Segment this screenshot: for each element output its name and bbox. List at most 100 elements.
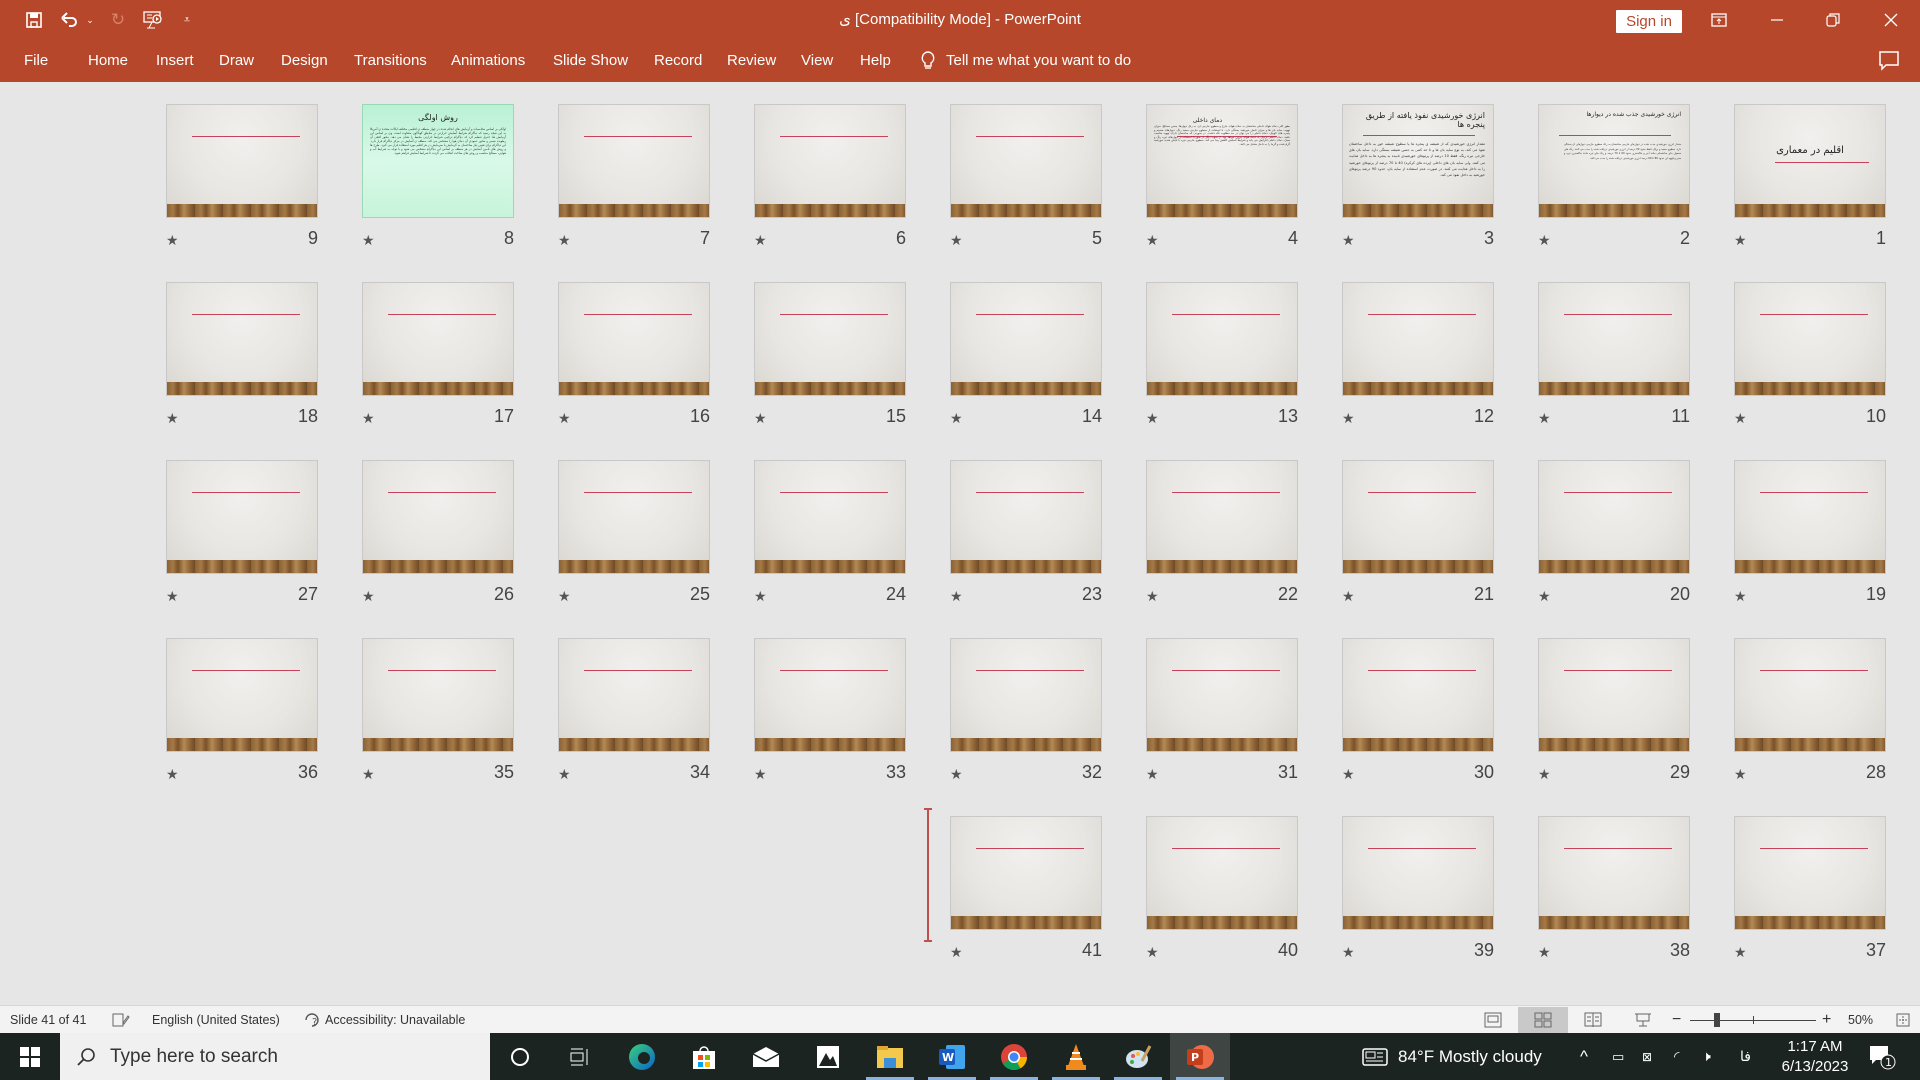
slide-sorter-view-button[interactable] xyxy=(1518,1007,1568,1033)
normal-view-button[interactable] xyxy=(1468,1007,1518,1033)
animation-star-icon[interactable]: ★ xyxy=(1734,588,1747,605)
slide-preview[interactable]: اقلیم در معماری xyxy=(1734,104,1886,218)
slide-preview[interactable] xyxy=(950,816,1102,930)
accessibility-status[interactable]: ? Accessibility: Unavailable xyxy=(303,1006,465,1034)
animation-star-icon[interactable]: ★ xyxy=(950,588,963,605)
animation-star-icon[interactable]: ★ xyxy=(1146,766,1159,783)
slide-thumbnail-10[interactable]: ★ 10 xyxy=(1734,282,1886,432)
battery-icon[interactable]: ⊠ xyxy=(1642,1033,1652,1080)
language-indicator[interactable]: English (United States) xyxy=(152,1006,280,1034)
redo-icon[interactable]: ↻ xyxy=(106,8,130,32)
slide-thumbnail-12[interactable]: ★ 12 xyxy=(1342,282,1494,432)
slide-thumbnail-29[interactable]: ★ 29 xyxy=(1538,638,1690,788)
slide-thumbnail-2[interactable]: انرژی خورشیدی جذب شده در دیوارها مقدار ان… xyxy=(1538,104,1690,254)
slide-thumbnail-5[interactable]: ★ 5 xyxy=(950,104,1102,254)
animation-star-icon[interactable]: ★ xyxy=(950,944,963,961)
slide-preview[interactable] xyxy=(950,460,1102,574)
slide-preview[interactable] xyxy=(558,460,710,574)
slide-thumbnail-40[interactable]: ★ 40 xyxy=(1146,816,1298,966)
minimize-icon[interactable] xyxy=(1754,0,1800,40)
slide-thumbnail-11[interactable]: ★ 11 xyxy=(1538,282,1690,432)
notes-icon[interactable] xyxy=(112,1006,130,1034)
slide-preview[interactable] xyxy=(362,638,514,752)
zoom-slider-thumb[interactable] xyxy=(1714,1013,1720,1027)
slide-thumbnail-16[interactable]: ★ 16 xyxy=(558,282,710,432)
slide-preview[interactable] xyxy=(1734,460,1886,574)
slide-preview[interactable] xyxy=(166,104,318,218)
animation-star-icon[interactable]: ★ xyxy=(362,588,375,605)
slide-thumbnail-13[interactable]: ★ 13 xyxy=(1146,282,1298,432)
slide-thumbnail-31[interactable]: ★ 31 xyxy=(1146,638,1298,788)
slide-thumbnail-39[interactable]: ★ 39 xyxy=(1342,816,1494,966)
wifi-icon[interactable]: ◜ xyxy=(1674,1033,1679,1080)
ribbon-display-options-icon[interactable] xyxy=(1696,0,1742,40)
undo-dropdown-icon[interactable]: ⌄ xyxy=(84,8,96,32)
vlc-icon[interactable] xyxy=(1046,1033,1106,1080)
slide-thumbnail-4[interactable]: دمای داخلی بطور کلی دمای هوای داخلی ساختم… xyxy=(1146,104,1298,254)
comments-icon[interactable] xyxy=(1878,50,1902,72)
animation-star-icon[interactable]: ★ xyxy=(1734,944,1747,961)
slide-preview[interactable] xyxy=(1146,460,1298,574)
animation-star-icon[interactable]: ★ xyxy=(1538,944,1551,961)
animation-star-icon[interactable]: ★ xyxy=(1734,766,1747,783)
slide-preview[interactable] xyxy=(1538,816,1690,930)
slide-thumbnail-38[interactable]: ★ 38 xyxy=(1538,816,1690,966)
tab-slide-show[interactable]: Slide Show xyxy=(553,40,628,82)
slide-preview[interactable] xyxy=(1342,638,1494,752)
slide-preview[interactable] xyxy=(558,638,710,752)
chrome-icon[interactable] xyxy=(984,1033,1044,1080)
slide-preview[interactable] xyxy=(166,282,318,396)
weather-widget[interactable]: 84°F Mostly cloudy xyxy=(1362,1033,1542,1080)
animation-star-icon[interactable]: ★ xyxy=(1342,766,1355,783)
slide-preview[interactable] xyxy=(754,104,906,218)
animation-star-icon[interactable]: ★ xyxy=(754,766,767,783)
animation-star-icon[interactable]: ★ xyxy=(362,232,375,249)
edge-icon[interactable] xyxy=(612,1033,672,1080)
slide-thumbnail-7[interactable]: ★ 7 xyxy=(558,104,710,254)
animation-star-icon[interactable]: ★ xyxy=(558,588,571,605)
animation-star-icon[interactable]: ★ xyxy=(1146,232,1159,249)
slide-preview[interactable] xyxy=(754,282,906,396)
paint-icon[interactable] xyxy=(1108,1033,1168,1080)
cortana-icon[interactable] xyxy=(490,1033,550,1080)
animation-star-icon[interactable]: ★ xyxy=(362,410,375,427)
sign-in-button[interactable]: Sign in xyxy=(1616,10,1682,33)
slide-preview[interactable] xyxy=(362,460,514,574)
animation-star-icon[interactable]: ★ xyxy=(166,588,179,605)
slide-preview[interactable] xyxy=(1342,460,1494,574)
slide-preview[interactable] xyxy=(950,104,1102,218)
slide-preview[interactable] xyxy=(950,638,1102,752)
zoom-in-button[interactable]: + xyxy=(1822,1006,1831,1034)
photos-icon[interactable] xyxy=(798,1033,858,1080)
slide-thumbnail-41[interactable]: ★ 41 xyxy=(950,816,1102,966)
tab-draw[interactable]: Draw xyxy=(219,40,254,82)
animation-star-icon[interactable]: ★ xyxy=(1342,232,1355,249)
slide-preview[interactable] xyxy=(166,460,318,574)
slide-counter[interactable]: Slide 41 of 41 xyxy=(10,1006,86,1034)
slide-preview[interactable] xyxy=(1342,282,1494,396)
close-icon[interactable] xyxy=(1868,0,1914,40)
save-icon[interactable] xyxy=(22,8,46,32)
animation-star-icon[interactable]: ★ xyxy=(754,410,767,427)
slide-preview[interactable] xyxy=(362,282,514,396)
slide-preview[interactable] xyxy=(166,638,318,752)
slide-thumbnail-24[interactable]: ★ 24 xyxy=(754,460,906,610)
tab-home[interactable]: Home xyxy=(88,40,128,82)
animation-star-icon[interactable]: ★ xyxy=(950,766,963,783)
restore-icon[interactable] xyxy=(1810,0,1856,40)
tab-insert[interactable]: Insert xyxy=(156,40,194,82)
tab-view[interactable]: View xyxy=(801,40,833,82)
animation-star-icon[interactable]: ★ xyxy=(1342,410,1355,427)
slide-thumbnail-17[interactable]: ★ 17 xyxy=(362,282,514,432)
animation-star-icon[interactable]: ★ xyxy=(166,766,179,783)
word-icon[interactable]: W xyxy=(922,1033,982,1080)
tell-me-search[interactable]: Tell me what you want to do xyxy=(920,40,1131,82)
clock[interactable]: 1:17 AM 6/13/2023 xyxy=(1760,1037,1870,1077)
animation-star-icon[interactable]: ★ xyxy=(1538,410,1551,427)
camera-icon[interactable]: ▭ xyxy=(1612,1033,1624,1080)
mail-icon[interactable] xyxy=(736,1033,796,1080)
slide-thumbnail-35[interactable]: ★ 35 xyxy=(362,638,514,788)
slide-thumbnail-19[interactable]: ★ 19 xyxy=(1734,460,1886,610)
slide-thumbnail-3[interactable]: انرژی خورشیدی نفوذ یافته از طریق پنجره ه… xyxy=(1342,104,1494,254)
animation-star-icon[interactable]: ★ xyxy=(1734,410,1747,427)
